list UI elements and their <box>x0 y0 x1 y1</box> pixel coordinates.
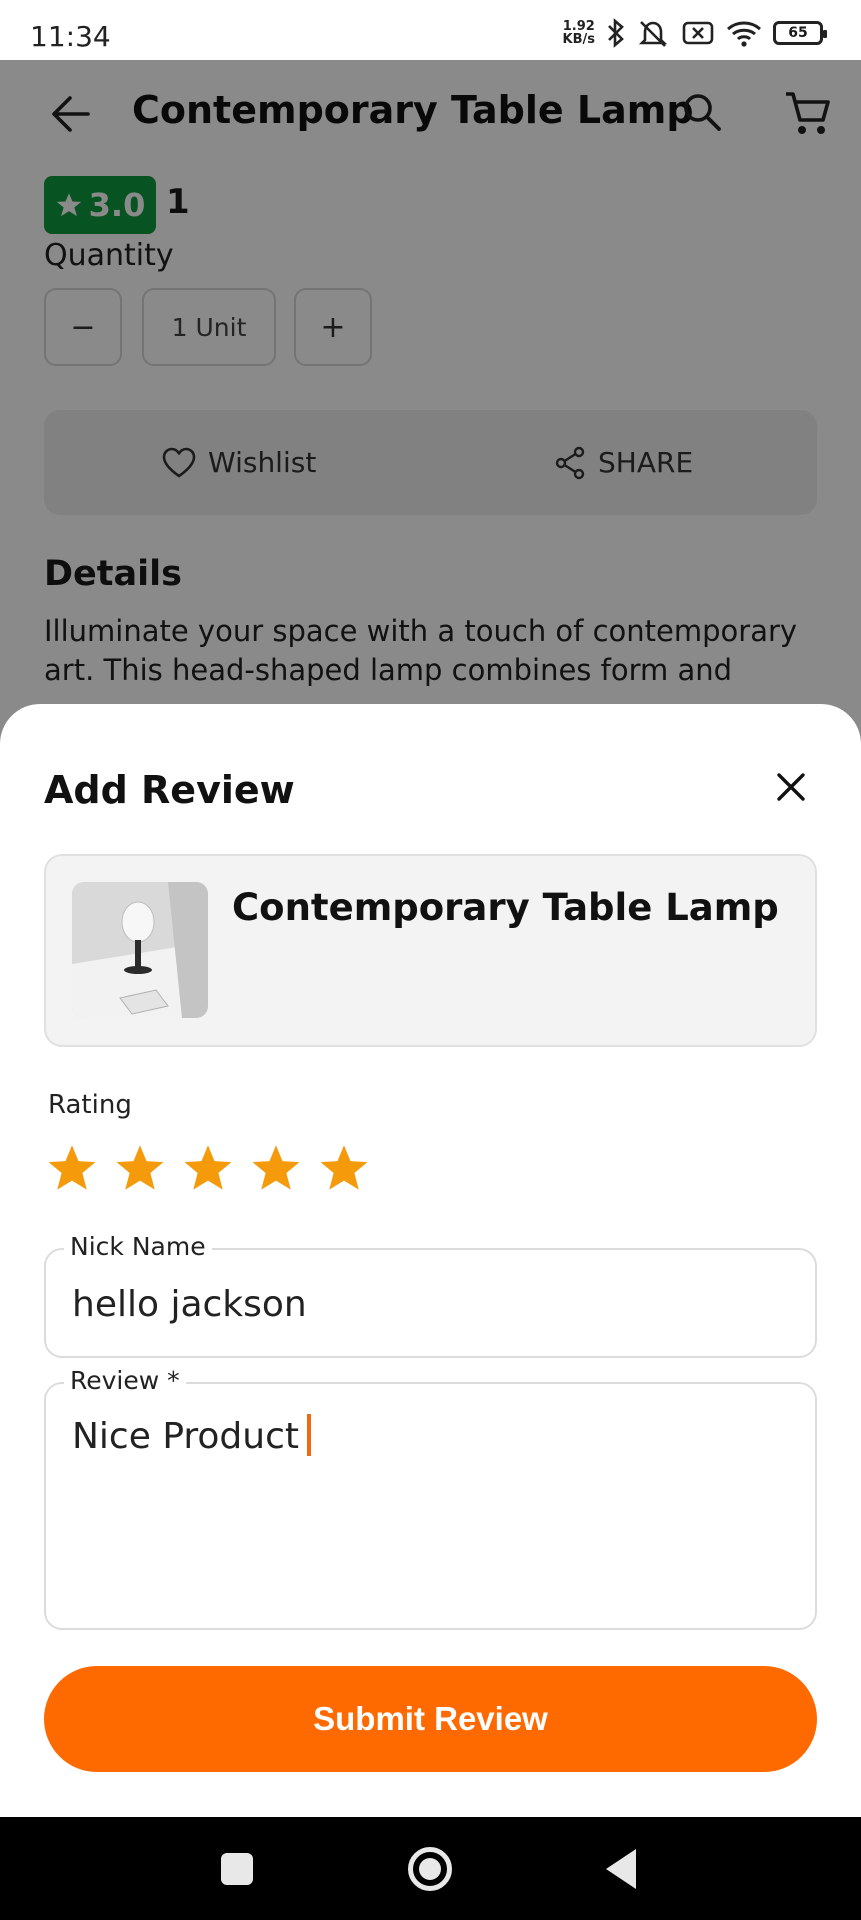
network-speed: 1.92 KB/s <box>563 20 595 46</box>
star-icon[interactable] <box>46 1142 98 1194</box>
review-text: Nice Product <box>72 1416 300 1457</box>
mute-icon <box>638 21 668 47</box>
status-time: 11:34 <box>30 20 111 53</box>
sheet-title: Add Review <box>44 768 295 812</box>
close-icon[interactable] <box>774 770 808 804</box>
sim-off-icon <box>682 21 714 45</box>
system-nav-bar <box>0 1817 861 1920</box>
star-rating[interactable] <box>46 1142 370 1194</box>
text-cursor <box>307 1414 312 1456</box>
nick-name-label: Nick Name <box>64 1232 212 1261</box>
rating-label: Rating <box>48 1090 132 1120</box>
battery-icon: 65 <box>773 21 827 45</box>
lamp-image <box>72 882 208 1018</box>
review-field[interactable]: Review * Nice Product <box>44 1366 817 1630</box>
star-icon[interactable] <box>182 1142 234 1194</box>
bluetooth-icon <box>608 18 624 48</box>
star-icon[interactable] <box>318 1142 370 1194</box>
status-icons: 1.92 KB/s 65 <box>563 18 827 48</box>
recents-icon[interactable] <box>221 1853 253 1885</box>
battery-level: 65 <box>788 25 808 41</box>
star-icon[interactable] <box>114 1142 166 1194</box>
submit-review-button[interactable]: Submit Review <box>44 1666 817 1772</box>
status-bar: 11:34 1.92 KB/s 65 <box>0 0 861 60</box>
review-product-card: Contemporary Table Lamp <box>44 854 817 1047</box>
review-label: Review * <box>64 1366 186 1395</box>
nick-name-input[interactable]: hello jackson <box>72 1284 307 1325</box>
star-icon[interactable] <box>250 1142 302 1194</box>
product-thumbnail <box>72 882 208 1018</box>
review-input[interactable]: Nice Product <box>72 1414 312 1457</box>
network-speed-unit: KB/s <box>562 32 595 47</box>
wifi-icon <box>727 21 761 47</box>
home-icon[interactable] <box>408 1847 452 1891</box>
nav-back-icon[interactable] <box>606 1849 636 1889</box>
review-product-name: Contemporary Table Lamp <box>232 886 779 929</box>
add-review-sheet: Add Review Contemporary Table Lamp Ratin… <box>0 704 861 1817</box>
nick-name-field[interactable]: Nick Name hello jackson <box>44 1232 817 1358</box>
